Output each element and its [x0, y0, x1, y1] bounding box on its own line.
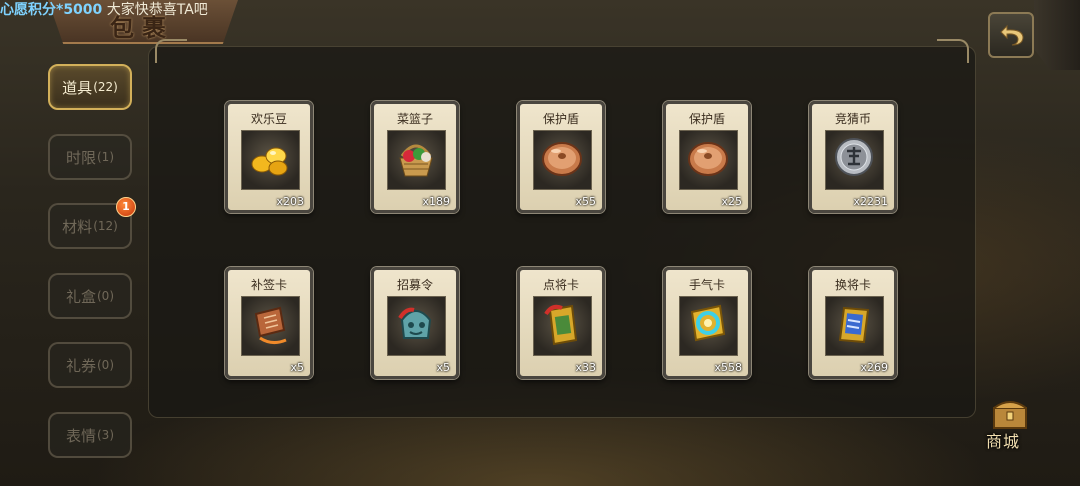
item-icon-frame — [241, 130, 300, 190]
announcement-marquee: 心愿积分*5000 大家快恭喜TA吧 — [0, 0, 208, 20]
item-card-happy-beans[interactable]: 欢乐豆 x203 — [225, 101, 313, 213]
recruit-token-icon — [398, 307, 432, 339]
tab-vouchers[interactable]: 礼券 (0) — [48, 342, 132, 388]
item-icon-frame — [387, 296, 446, 356]
item-icon-frame — [825, 296, 884, 356]
luck-card-icon — [690, 304, 726, 342]
item-name: 欢乐豆 — [250, 112, 287, 126]
tab-label: 礼券 — [65, 356, 96, 375]
item-name: 手气卡 — [688, 278, 725, 292]
tab-gift-boxes[interactable]: 礼盒 (0) — [48, 273, 132, 319]
item-icon-frame — [679, 130, 738, 190]
item-name: 保护盾 — [542, 112, 579, 126]
panel-corner-ornament — [937, 39, 969, 63]
shop-chest-icon — [993, 401, 1027, 429]
item-card-shield-1[interactable]: 保护盾 x55 — [517, 101, 605, 213]
corner-decoration — [1034, 0, 1080, 70]
item-icon-frame — [679, 296, 738, 356]
general-card-icon — [544, 304, 578, 346]
item-card-signin-card[interactable]: 补签卡 x5 — [225, 267, 313, 379]
tab-count: (0) — [97, 358, 114, 372]
item-name: 菜篮子 — [396, 112, 433, 126]
tab-label: 道具 — [62, 78, 93, 97]
marquee-highlight: 心愿积分*5000 — [0, 2, 103, 18]
item-quantity: x33 — [575, 361, 596, 374]
tab-emotes[interactable]: 表情 (3) — [48, 412, 132, 458]
back-arrow-icon — [1000, 24, 1024, 46]
item-card-guess-coin[interactable]: 竞猜币 x2231 — [809, 101, 897, 213]
item-card-shield-2[interactable]: 保护盾 x25 — [663, 101, 751, 213]
item-quantity: x269 — [860, 361, 888, 374]
tab-label: 表情 — [65, 426, 96, 445]
item-card-recruit-token[interactable]: 招募令 x5 — [371, 267, 459, 379]
tab-label: 礼盒 — [65, 287, 96, 306]
item-quantity: x2231 — [853, 195, 888, 208]
back-button[interactable] — [988, 12, 1034, 58]
item-icon-frame — [241, 296, 300, 356]
tab-items[interactable]: 道具 (22) — [48, 64, 132, 110]
item-quantity: x5 — [436, 361, 450, 374]
swap-general-card-icon — [838, 306, 870, 344]
gold-beans-icon — [251, 147, 288, 176]
item-quantity: x5 — [290, 361, 304, 374]
item-card-vegetable-basket[interactable]: 菜篮子 x189 — [371, 101, 459, 213]
item-name: 招募令 — [396, 278, 433, 292]
vegetable-basket-icon — [399, 144, 433, 177]
tab-count: (3) — [97, 428, 114, 442]
shop-button[interactable]: 商城 — [984, 398, 1036, 451]
item-name: 换将卡 — [834, 278, 871, 292]
item-icon-frame — [825, 130, 884, 190]
panel-corner-ornament — [155, 39, 187, 63]
item-name: 点将卡 — [542, 278, 579, 292]
notification-badge: 1 — [116, 197, 136, 217]
item-card-swap-general-card[interactable]: 换将卡 x269 — [809, 267, 897, 379]
tab-label: 材料 — [62, 217, 93, 236]
item-card-general-card[interactable]: 点将卡 x33 — [517, 267, 605, 379]
tab-timed[interactable]: 时限 (1) — [48, 134, 132, 180]
item-icon-frame — [387, 130, 446, 190]
tab-label: 时限 — [65, 148, 96, 167]
silver-coin-icon — [835, 138, 873, 176]
tab-count: (0) — [97, 289, 114, 303]
item-quantity: x189 — [422, 195, 450, 208]
item-name: 竞猜币 — [834, 112, 871, 126]
tab-count: (22) — [93, 80, 118, 94]
item-quantity: x203 — [276, 195, 304, 208]
item-quantity: x55 — [575, 195, 596, 208]
tab-materials[interactable]: 材料 (12) 1 — [48, 197, 136, 249]
tab-count: (1) — [97, 150, 114, 164]
item-name: 补签卡 — [250, 278, 287, 292]
shield-icon — [542, 142, 582, 176]
shield-icon — [688, 142, 728, 176]
item-icon-frame — [533, 130, 592, 190]
item-name: 保护盾 — [688, 112, 725, 126]
item-quantity: x25 — [721, 195, 742, 208]
marquee-message: 大家快恭喜TA吧 — [106, 2, 208, 18]
item-quantity: x558 — [714, 361, 742, 374]
item-card-luck-card[interactable]: 手气卡 x558 — [663, 267, 751, 379]
tab-count: (12) — [93, 219, 118, 233]
signin-card-icon — [254, 306, 287, 345]
item-icon-frame — [533, 296, 592, 356]
shop-label: 商城 — [986, 432, 1021, 451]
